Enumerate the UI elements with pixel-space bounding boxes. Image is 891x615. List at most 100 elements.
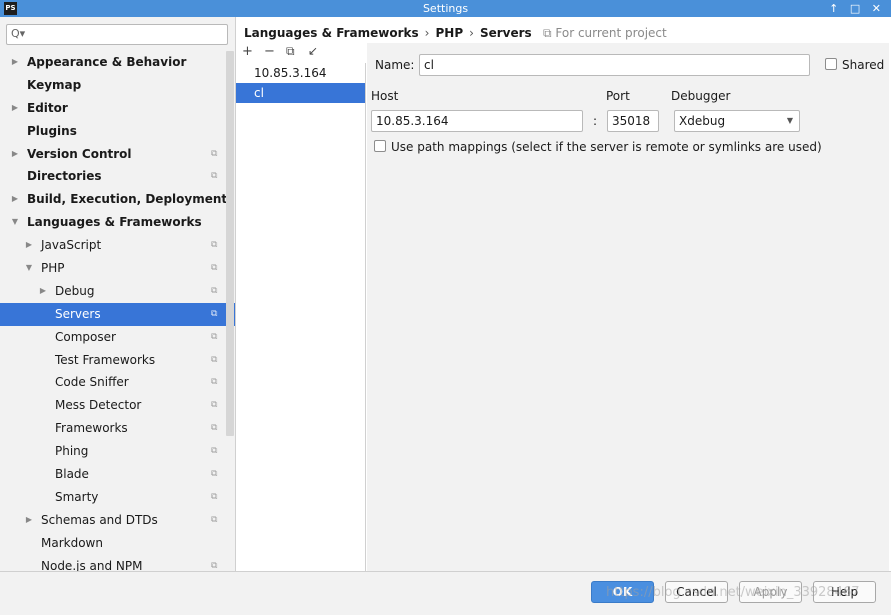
tree-item-keymap[interactable]: Keymap [0, 74, 235, 97]
server-list-item[interactable]: 10.85.3.164 [236, 63, 365, 83]
import-server-icon[interactable]: ↙ [308, 44, 318, 58]
sidebar-scrollbar[interactable] [226, 51, 234, 436]
apply-button[interactable]: Apply [739, 581, 802, 603]
tree-item-editor[interactable]: ▶ Editor [0, 97, 235, 120]
tree-item-version-control[interactable]: ▶ Version Control ⧉ [0, 143, 235, 166]
tree-item-phing[interactable]: Phing ⧉ [0, 440, 235, 463]
server-config-form: Name: cl Shared Host Port Debugger 10.85… [367, 43, 889, 571]
project-scope-icon: ⧉ [211, 446, 218, 457]
copy-server-icon[interactable]: ⧉ [286, 44, 295, 59]
chevron-down-icon: ▼ [786, 116, 793, 125]
project-scope-icon: ⧉ [211, 263, 218, 274]
tree-item-blade[interactable]: Blade ⧉ [0, 463, 235, 486]
project-scope-icon: ⧉ [211, 423, 218, 434]
expanded-arrow-icon[interactable]: ▼ [24, 257, 34, 280]
window-titlebar: PS Settings ↑ □ ✕ [0, 0, 891, 17]
tree-item-label: JavaScript [41, 238, 102, 253]
servers-toolbar: + − ⧉ ↙ [236, 43, 366, 63]
port-field[interactable]: 35018 [607, 110, 659, 132]
tree-item-smarty[interactable]: Smarty ⧉ [0, 486, 235, 509]
settings-sidebar: Q▾ ▶ Appearance & Behavior Keymap ▶ Editor Pl… [0, 17, 236, 571]
breadcrumb-servers: Servers [479, 26, 532, 40]
tree-item-label: PHP [41, 261, 65, 276]
tree-item-label: Markdown [41, 535, 103, 550]
collapsed-arrow-icon[interactable]: ▶ [10, 51, 20, 74]
project-scope-icon: ⧉ [211, 514, 218, 525]
server-list-item-selected[interactable]: cl [236, 83, 365, 103]
tree-item-javascript[interactable]: ▶ JavaScript ⧉ [0, 234, 235, 257]
tree-item-schemas-and-dtds[interactable]: ▶ Schemas and DTDs ⧉ [0, 509, 235, 532]
name-field[interactable]: cl [419, 54, 810, 76]
port-label: Port [606, 89, 630, 103]
tree-item-label: Node.js and NPM [41, 558, 143, 571]
tree-item-appearance-behavior[interactable]: ▶ Appearance & Behavior [0, 51, 235, 74]
cancel-button[interactable]: Cancel [665, 581, 728, 603]
tree-item-label: Debug [55, 283, 95, 298]
expanded-arrow-icon[interactable]: ▼ [10, 211, 20, 234]
shared-label: Shared [842, 58, 885, 72]
search-icon: Q▾ [11, 27, 26, 40]
project-scope-icon: ⧉ [211, 331, 218, 342]
tree-item-label: Appearance & Behavior [27, 55, 187, 69]
tree-item-build-execution-deployment[interactable]: ▶ Build, Execution, Deployment [0, 188, 235, 211]
tree-item-servers[interactable]: Servers ⧉ [0, 302, 235, 326]
collapsed-arrow-icon[interactable]: ▶ [24, 234, 34, 257]
project-scope-icon: ⧉ [211, 560, 218, 571]
tree-item-composer[interactable]: Composer ⧉ [0, 326, 235, 349]
tree-item-test-frameworks[interactable]: Test Frameworks ⧉ [0, 349, 235, 372]
tree-item-php[interactable]: ▼ PHP ⧉ [0, 257, 235, 280]
tree-item-directories[interactable]: Directories ⧉ [0, 165, 235, 188]
shared-checkbox[interactable] [825, 58, 837, 70]
project-scope-icon: ⧉ [211, 240, 218, 251]
tree-item-code-sniffer[interactable]: Code Sniffer ⧉ [0, 371, 235, 394]
debugger-dropdown[interactable]: Xdebug ▼ [674, 110, 800, 132]
tree-item-label: Servers [55, 306, 101, 321]
tree-item-languages-frameworks[interactable]: ▼ Languages & Frameworks [0, 211, 235, 234]
tree-item-label: Composer [55, 329, 116, 344]
tree-item-markdown[interactable]: Markdown [0, 532, 235, 555]
breadcrumb-separator: › [424, 26, 430, 40]
window-pin-icon[interactable]: ↑ [829, 2, 842, 15]
tree-item-label: Version Control [27, 146, 132, 161]
tree-item-label: Smarty [55, 489, 99, 504]
add-server-icon[interactable]: + [242, 44, 253, 59]
breadcrumb-separator: › [469, 26, 474, 40]
path-mappings-checkbox[interactable] [374, 140, 386, 152]
collapsed-arrow-icon[interactable]: ▶ [10, 188, 20, 211]
remove-server-icon[interactable]: − [264, 44, 275, 59]
debugger-label: Debugger [671, 89, 731, 103]
name-label: Name: [375, 58, 415, 72]
tree-item-frameworks[interactable]: Frameworks ⧉ [0, 417, 235, 440]
project-scope-icon: ⧉ [211, 308, 218, 319]
project-scope-icon: ⧉ [211, 354, 218, 365]
tree-item-label: Phing [55, 444, 89, 459]
host-field[interactable]: 10.85.3.164 [371, 110, 583, 132]
project-scope-note: ⧉ For current project [543, 24, 667, 42]
collapsed-arrow-icon[interactable]: ▶ [10, 97, 20, 120]
project-scope-icon: ⧉ [211, 171, 218, 182]
tree-item-label: Schemas and DTDs [41, 512, 158, 527]
host-label: Host [371, 89, 399, 103]
collapsed-arrow-icon[interactable]: ▶ [38, 280, 48, 303]
tree-item-node-js-and-npm[interactable]: Node.js and NPM ⧉ [0, 555, 235, 571]
settings-search-input[interactable]: Q▾ [6, 24, 228, 45]
window-close-icon[interactable]: ✕ [872, 2, 885, 15]
breadcrumb-languages: Languages & Frameworks [244, 26, 419, 40]
tree-item-label: Keymap [27, 77, 82, 92]
project-scope-icon: ⧉ [211, 469, 218, 480]
path-mappings-label: Use path mappings (select if the server … [391, 140, 822, 154]
window-title: Settings [422, 2, 469, 15]
help-button[interactable]: Help [813, 581, 876, 603]
collapsed-arrow-icon[interactable]: ▶ [10, 143, 20, 166]
project-scope-icon: ⧉ [211, 148, 218, 159]
tree-item-debug[interactable]: ▶ Debug ⧉ [0, 280, 235, 303]
project-scope-icon: ⧉ [211, 285, 218, 296]
tree-item-label: Plugins [27, 123, 77, 138]
tree-item-mess-detector[interactable]: Mess Detector ⧉ [0, 394, 235, 417]
tree-item-plugins[interactable]: Plugins [0, 120, 235, 143]
project-scope-icon: ⧉ [211, 491, 218, 502]
tree-item-label: Frameworks [55, 421, 128, 436]
window-maximize-icon[interactable]: □ [850, 2, 864, 15]
ok-button[interactable]: OK [591, 581, 654, 603]
collapsed-arrow-icon[interactable]: ▶ [24, 509, 34, 532]
